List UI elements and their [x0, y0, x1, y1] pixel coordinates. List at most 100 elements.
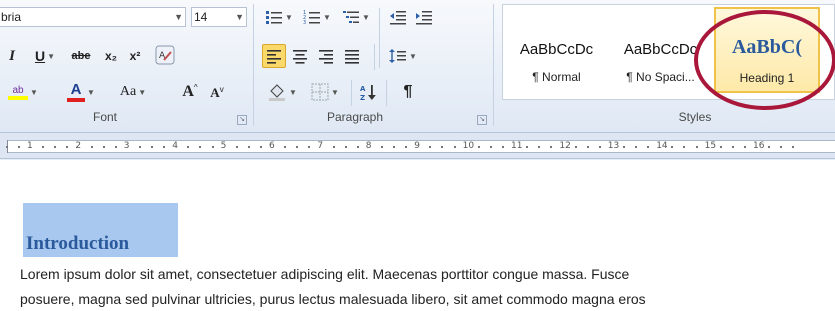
body-text-line[interactable]: Lorem ipsum dolor sit amet, consectetuer…: [20, 266, 629, 282]
superscript-label: x²: [129, 49, 141, 63]
text-highlight-button[interactable]: ab ▼: [2, 79, 44, 105]
ruler-tick: [683, 146, 686, 148]
line-spacing-button[interactable]: ▼: [386, 44, 420, 68]
group-separator: [386, 80, 387, 106]
chevron-down-icon[interactable]: ▼: [235, 12, 244, 22]
shrink-font-label: A: [210, 85, 220, 100]
increase-indent-icon: [416, 11, 432, 25]
multilevel-list-button[interactable]: ▼: [338, 6, 374, 28]
chevron-down-icon[interactable]: ▼: [30, 88, 38, 97]
subscript-label: x₂: [104, 49, 117, 63]
group-separator: [374, 44, 375, 70]
strikethrough-button[interactable]: abe: [66, 44, 96, 68]
sort-button[interactable]: A Z: [356, 80, 380, 104]
change-case-button[interactable]: Aa ▼: [113, 80, 153, 104]
align-left-button[interactable]: [262, 44, 286, 68]
svg-text:A: A: [360, 85, 366, 93]
italic-button[interactable]: I: [2, 44, 22, 68]
underline-button[interactable]: U ▼: [28, 44, 62, 68]
change-case-label: Aa: [119, 84, 137, 99]
grow-font-button[interactable]: A ^: [177, 80, 203, 104]
font-size-value: 14: [194, 10, 208, 24]
ruler-number: 9: [414, 141, 420, 151]
shrink-font-button[interactable]: A v: [205, 82, 229, 104]
ruler-tick: [526, 146, 529, 148]
font-group-label: Font: [92, 110, 117, 124]
ruler-tick: [405, 146, 408, 148]
chevron-down-icon[interactable]: ▼: [331, 88, 339, 97]
chevron-down-icon[interactable]: ▼: [362, 13, 370, 22]
chevron-down-icon[interactable]: ▼: [138, 88, 146, 97]
ruler-tick: [247, 146, 250, 148]
subscript-button[interactable]: x₂: [100, 44, 122, 68]
ruler-tick: [780, 146, 783, 148]
style-normal[interactable]: AaBbCcDc ¶ Normal: [505, 7, 608, 93]
ruler-tick: [151, 146, 153, 148]
ruler-tick: [695, 146, 698, 148]
style-heading-1[interactable]: AaBbC( Heading 1: [714, 7, 820, 93]
ruler-tick: [647, 146, 650, 148]
clear-formatting-button[interactable]: A: [151, 42, 179, 68]
chevron-down-icon[interactable]: ▼: [174, 12, 183, 22]
bullets-button[interactable]: ▼: [262, 6, 296, 28]
decrease-indent-button[interactable]: [386, 6, 410, 28]
chevron-down-icon[interactable]: ▼: [285, 13, 293, 22]
style-normal-name: ¶ Normal: [532, 70, 581, 84]
ruler-tick: [489, 146, 492, 148]
ruler-tick: [235, 146, 238, 148]
ribbon: bria ▼ 14 ▼ I U ▼ abe x₂ x² A ab ▼ A ▼ A…: [0, 0, 835, 133]
chevron-down-icon[interactable]: ▼: [323, 13, 331, 22]
numbering-button[interactable]: 1 2 3 ▼: [300, 6, 334, 28]
font-name-value: bria: [1, 10, 22, 24]
font-color-button[interactable]: A ▼: [62, 79, 100, 105]
ruler-tick: [598, 146, 601, 148]
borders-icon: [311, 83, 329, 101]
ruler-number: 12: [559, 141, 571, 151]
ruler-tick: [296, 146, 299, 148]
shading-button[interactable]: ▼: [262, 80, 302, 104]
ruler-tick: [586, 146, 589, 148]
svg-text:Z: Z: [360, 94, 365, 101]
bullets-icon: [266, 11, 283, 24]
ruler-number: 16: [753, 141, 765, 151]
caret-up-icon: ^: [193, 82, 198, 92]
ruler-number: 10: [462, 141, 475, 151]
body-text-line[interactable]: posuere, magna sed pulvinar ultricies, p…: [20, 291, 646, 307]
chevron-down-icon[interactable]: ▼: [289, 88, 297, 97]
chevron-down-icon[interactable]: ▼: [87, 88, 95, 97]
increase-indent-button[interactable]: [412, 6, 436, 28]
highlight-swatch: [8, 95, 29, 100]
document-heading[interactable]: Introduction: [26, 233, 129, 255]
font-size-combo[interactable]: 14 ▼: [191, 7, 247, 27]
ruler-tick: [344, 146, 347, 148]
ruler-tick: [54, 146, 57, 148]
ruler-tick: [743, 146, 746, 148]
chevron-down-icon[interactable]: ▼: [409, 52, 417, 61]
ruler-tick: [138, 146, 141, 148]
style-no-spacing[interactable]: AaBbCcDc ¶ No Spaci...: [609, 7, 712, 93]
borders-button[interactable]: ▼: [305, 80, 345, 104]
ruler-number: 6: [269, 141, 275, 151]
font-color-swatch: [67, 98, 86, 102]
align-right-icon: [319, 50, 333, 64]
ruler-number: 7: [317, 141, 324, 151]
strikethrough-label: abe: [71, 50, 91, 62]
justify-button[interactable]: [340, 44, 364, 68]
dialog-launcher-icon[interactable]: ↘: [237, 115, 247, 125]
align-right-button[interactable]: [314, 44, 338, 68]
show-hide-marks-button[interactable]: ¶: [396, 80, 420, 104]
group-separator: [351, 80, 352, 106]
align-center-button[interactable]: [288, 44, 312, 68]
superscript-button[interactable]: x²: [124, 44, 146, 68]
chevron-down-icon[interactable]: ▼: [47, 52, 55, 61]
document-page[interactable]: Introduction Lorem ipsum dolor sit amet,…: [0, 160, 835, 311]
dialog-launcher-icon[interactable]: ↘: [477, 115, 487, 125]
ruler-tick: [501, 146, 504, 148]
style-normal-sample: AaBbCcDc: [519, 41, 594, 58]
font-name-combo[interactable]: bria ▼: [0, 7, 186, 27]
ruler-number: 4: [172, 141, 178, 151]
ruler-tick: [102, 146, 105, 148]
style-heading-1-name: Heading 1: [739, 71, 795, 85]
ruler-tick: [90, 146, 93, 148]
horizontal-ruler[interactable]: 1 2 3 4 5 6 7 8 9 10 11 12 13 14 15 16: [0, 133, 835, 159]
